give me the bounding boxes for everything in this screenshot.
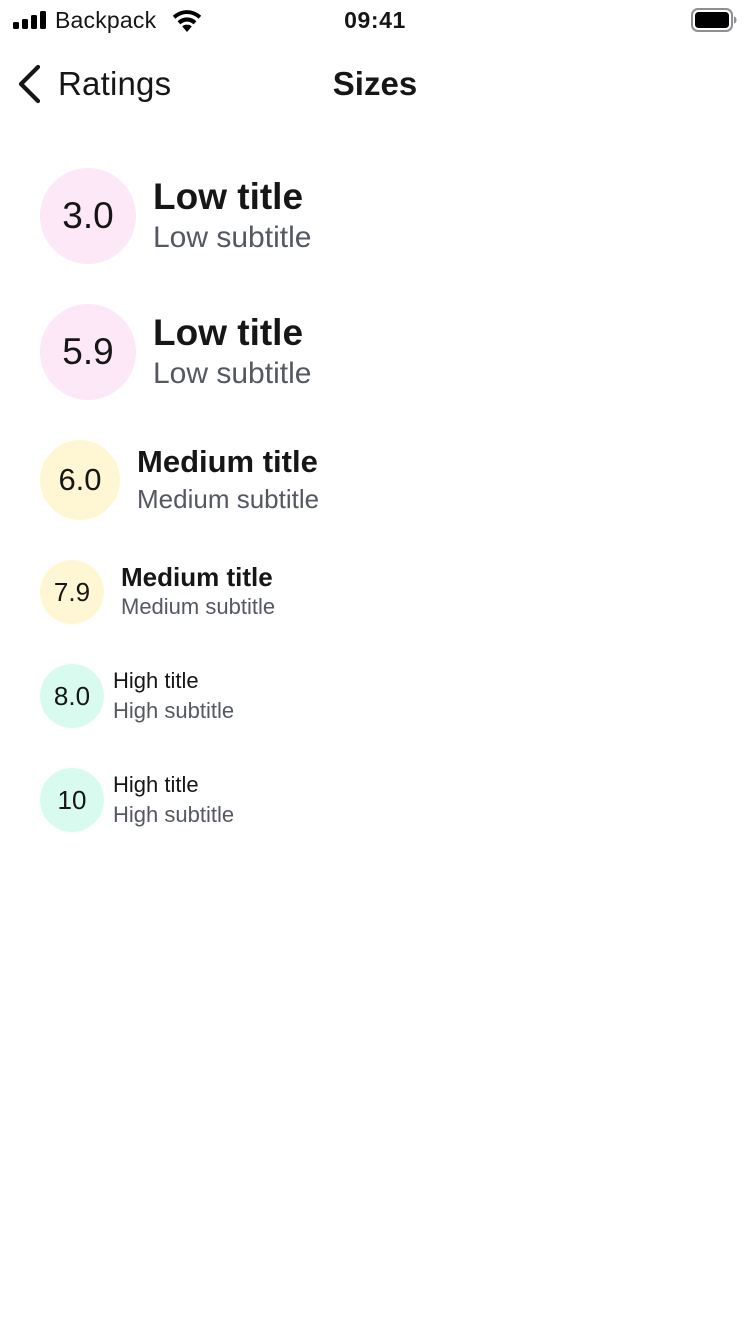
rating-badge: 8.0 — [40, 664, 104, 728]
page-title: Sizes — [332, 65, 418, 102]
rating-text: High title High subtitle — [113, 666, 234, 726]
status-time: 09:41 — [344, 7, 406, 33]
rating-subtitle: Medium subtitle — [121, 594, 276, 619]
rating-text: Medium title Medium subtitle — [121, 562, 275, 622]
rating-badge: 5.9 — [40, 304, 136, 400]
rating-title: Medium title — [137, 444, 318, 479]
rating-title: High title — [113, 772, 199, 797]
rating-item: 6.0 Medium title Medium subtitle — [40, 440, 319, 520]
rating-subtitle: Low subtitle — [153, 221, 312, 254]
rating-text: High title High subtitle — [113, 770, 234, 830]
navigation-bar: Ratings Sizes — [0, 40, 750, 128]
rating-title: Medium title — [121, 562, 273, 592]
rating-badge: 7.9 — [40, 560, 104, 624]
rating-item: 5.9 Low title Low subtitle — [40, 304, 311, 400]
status-bar: Backpack 09:41 — [0, 0, 750, 40]
rating-title: Low title — [153, 312, 304, 353]
rating-item: 8.0 High title High subtitle — [40, 664, 234, 728]
battery-icon — [691, 8, 737, 32]
rating-badge: 6.0 — [40, 440, 120, 520]
rating-text: Medium title Medium subtitle — [137, 443, 319, 517]
rating-title: High title — [113, 668, 199, 693]
rating-item: 3.0 Low title Low subtitle — [40, 168, 311, 264]
rating-subtitle: High subtitle — [113, 802, 235, 827]
rating-text: Low title Low subtitle — [153, 311, 311, 393]
rating-item: 10 High title High subtitle — [40, 768, 234, 832]
rating-subtitle: Medium subtitle — [137, 484, 320, 514]
rating-badge: 10 — [40, 768, 104, 832]
rating-subtitle: High subtitle — [113, 698, 235, 723]
rating-item: 7.9 Medium title Medium subtitle — [40, 560, 275, 624]
rating-text: Low title Low subtitle — [153, 175, 311, 257]
rating-title: Low title — [153, 176, 304, 217]
rating-badge: 3.0 — [40, 168, 136, 264]
rating-subtitle: Low subtitle — [153, 357, 312, 390]
